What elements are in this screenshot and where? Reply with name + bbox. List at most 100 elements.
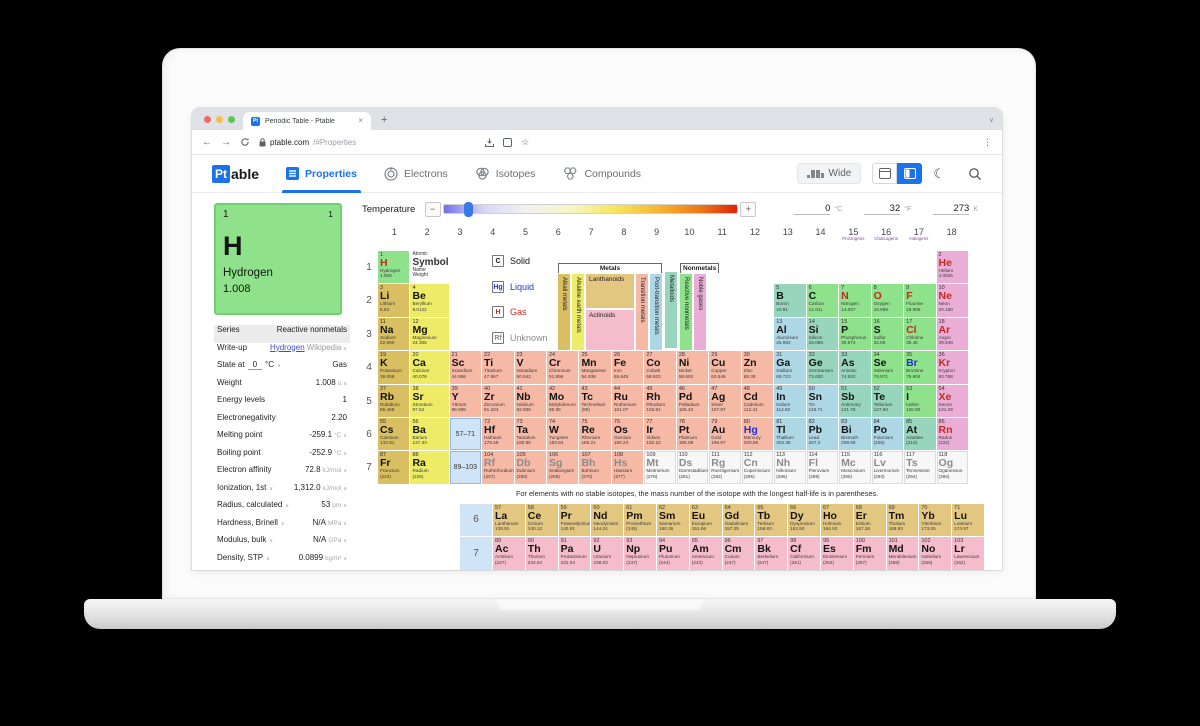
install-icon[interactable]	[485, 138, 494, 147]
element-cell-ts[interactable]: 117TsTennessine(294)	[904, 451, 935, 483]
reload-icon[interactable]	[240, 137, 250, 147]
element-cell-co[interactable]: 27CoCobalt58.933	[644, 351, 675, 383]
chevron-down-icon[interactable]: ∨	[269, 538, 273, 544]
element-cell-kr[interactable]: 36KrKrypton83.798	[937, 351, 968, 383]
browser-tab[interactable]: Pt Periodic Table - Ptable ×	[243, 112, 371, 130]
element-cell-ni[interactable]: 28NiNickel58.693	[677, 351, 708, 383]
element-cell-ta[interactable]: 73TaTantalum180.95	[515, 418, 546, 450]
element-cell-sm[interactable]: 62SmSamarium150.36	[657, 504, 689, 536]
element-cell-ho[interactable]: 67HoHolmium164.93	[821, 504, 853, 536]
ptable-logo[interactable]: Pt able	[212, 165, 259, 183]
temperature-minus-button[interactable]: −	[425, 202, 441, 217]
element-cell-k[interactable]: 19KPotassium39.098	[378, 351, 409, 383]
element-cell-nd[interactable]: 60NdNeodymium144.24	[591, 504, 623, 536]
element-cell-re[interactable]: 75ReRhenium186.21	[579, 418, 610, 450]
chevron-down-icon[interactable]: ∨	[285, 503, 289, 509]
element-cell-br[interactable]: 35BrBromine79.904	[904, 351, 935, 383]
element-cell-np[interactable]: 93NpNeptunium(237)	[624, 537, 656, 569]
legend-post-transition[interactable]: Post-transition metals	[650, 274, 662, 350]
bookmark-star-icon[interactable]: ☆	[521, 137, 529, 148]
chevron-down-icon[interactable]: ∨	[343, 538, 347, 544]
nav-tab-electrons[interactable]: Electrons	[384, 155, 448, 193]
element-cell-mc[interactable]: 115McMoscovium(290)	[839, 451, 870, 483]
browser-menu-icon[interactable]: ⋮	[983, 137, 992, 148]
property-row[interactable]: Boiling point-252.9°C∨	[214, 448, 350, 466]
element-cell-lu[interactable]: 71LuLutetium174.97	[952, 504, 984, 536]
property-row[interactable]: State at0°C∨Gas	[214, 360, 350, 378]
search-icon[interactable]	[968, 167, 982, 181]
element-cell-f[interactable]: 9FFluorine18.998	[904, 284, 935, 316]
element-cell-be[interactable]: 4BeBeryllium9.0122	[410, 284, 448, 316]
legend-metalloids[interactable]: Metalloids	[665, 272, 677, 348]
element-cell-u[interactable]: 92UUranium238.03	[591, 537, 623, 569]
element-cell-pu[interactable]: 94PuPlutonium(244)	[657, 537, 689, 569]
temperature-plus-button[interactable]: +	[740, 202, 756, 217]
window-controls[interactable]	[204, 116, 235, 123]
temperature-slider[interactable]	[443, 204, 739, 214]
zoom-window-button[interactable]	[228, 116, 235, 123]
chevron-down-icon[interactable]: ∨	[343, 521, 347, 527]
readout-value[interactable]: 32	[864, 203, 900, 215]
element-cell-tc[interactable]: 43TcTechnetium(98)	[579, 385, 610, 417]
element-cell-p[interactable]: 15PPhosphorus30.974	[839, 318, 870, 350]
element-cell-ce[interactable]: 58CeCerium140.12	[526, 504, 558, 536]
element-cell-ra[interactable]: 88RaRadium(226)	[410, 451, 448, 483]
element-cell-cs[interactable]: 55CsCaesium132.91	[378, 418, 409, 450]
chevron-down-icon[interactable]: ∨	[281, 521, 285, 527]
element-cell-th[interactable]: 90ThThorium232.04	[526, 537, 558, 569]
nav-tab-properties[interactable]: Properties	[286, 155, 357, 193]
nav-tab-isotopes[interactable]: Isotopes	[475, 155, 536, 193]
chevron-down-icon[interactable]: ∨	[343, 486, 347, 492]
property-row[interactable]: Electron affinity72.8kJ/mol∨	[214, 465, 350, 483]
temperature-readout-f[interactable]: 32°F	[864, 203, 911, 215]
property-input[interactable]: 0	[248, 360, 262, 370]
element-cell-s[interactable]: 16SSulfur32.06	[872, 318, 903, 350]
element-cell-cf[interactable]: 98CfCalifornium(251)	[788, 537, 820, 569]
element-cell-h[interactable]: 1HHydrogen1.008	[378, 251, 409, 283]
element-cell-sg[interactable]: 106SgSeaborgium(269)	[547, 451, 578, 483]
chevron-down-icon[interactable]: ∨	[343, 346, 347, 352]
element-cell-ir[interactable]: 77IrIridium192.22	[644, 418, 675, 450]
element-cell-in[interactable]: 49InIndium114.82	[774, 385, 805, 417]
back-icon[interactable]: ←	[202, 137, 212, 148]
element-cell-cn[interactable]: 112CnCopernicium(285)	[742, 451, 773, 483]
property-row[interactable]: Electronegativity2.20	[214, 413, 350, 431]
property-row[interactable]: Ionization, 1st∨1,312.0kJ/mol∨	[214, 483, 350, 501]
element-cell-mn[interactable]: 25MnManganese54.938	[579, 351, 610, 383]
wide-toggle-button[interactable]: Wide	[797, 163, 862, 184]
writeup-link[interactable]: Hydrogen	[270, 343, 305, 352]
element-cell-n[interactable]: 7NNitrogen14.007	[839, 284, 870, 316]
element-cell-pr[interactable]: 59PrPraseodymium140.91	[559, 504, 591, 536]
element-cell-ba[interactable]: 56BaBarium137.33	[410, 418, 448, 450]
element-cell-zn[interactable]: 30ZnZinc65.38	[742, 351, 773, 383]
element-cell-tl[interactable]: 81TlThallium204.38	[774, 418, 805, 450]
element-cell-no[interactable]: 102NoNobelium(259)	[919, 537, 951, 569]
legend-transition-metals[interactable]: Transition metals	[636, 274, 648, 350]
element-cell-hf[interactable]: 72HfHafnium178.49	[482, 418, 513, 450]
element-cell-rf[interactable]: 104RfRutherfordium(267)	[482, 451, 513, 483]
legend-alkali-metals[interactable]: Alkali metals	[558, 274, 570, 350]
element-cell-dy[interactable]: 66DyDysprosium162.50	[788, 504, 820, 536]
chevron-down-icon[interactable]: ∨	[343, 451, 347, 457]
element-cell-pb[interactable]: 82PbLead207.2	[807, 418, 838, 450]
element-cell-os[interactable]: 76OsOsmium190.23	[612, 418, 643, 450]
element-cell-nh[interactable]: 113NhNihonium(286)	[774, 451, 805, 483]
close-window-button[interactable]	[204, 116, 211, 123]
element-cell-ti[interactable]: 22TiTitanium47.867	[482, 351, 513, 383]
element-cell-v[interactable]: 23VVanadium50.942	[515, 351, 546, 383]
property-row[interactable]: Weight1.008u∨	[214, 378, 350, 396]
element-cell-eu[interactable]: 63EuEuropium151.96	[690, 504, 722, 536]
element-cell-si[interactable]: 14SiSilicon28.085	[807, 318, 838, 350]
chevron-down-icon[interactable]: ∨	[269, 486, 273, 492]
element-cell-mt[interactable]: 109MtMeitnerium(278)	[644, 451, 675, 483]
selected-element-card[interactable]: 1 1 H Hydrogen 1.008	[214, 203, 342, 315]
element-cell-cd[interactable]: 48CdCadmium112.41	[742, 385, 773, 417]
element-cell-fm[interactable]: 100FmFermium(257)	[854, 537, 886, 569]
element-cell-bi[interactable]: 83BiBismuth208.98	[839, 418, 870, 450]
element-cell-ru[interactable]: 44RuRuthenium101.07	[612, 385, 643, 417]
legend-lanthanoids[interactable]: Lanthanoids	[586, 274, 634, 308]
chevron-down-icon[interactable]: ∨	[343, 503, 347, 509]
element-cell-md[interactable]: 101MdMendelevium(258)	[887, 537, 919, 569]
element-cell-bh[interactable]: 107BhBohrium(270)	[579, 451, 610, 483]
minimize-window-button[interactable]	[216, 116, 223, 123]
